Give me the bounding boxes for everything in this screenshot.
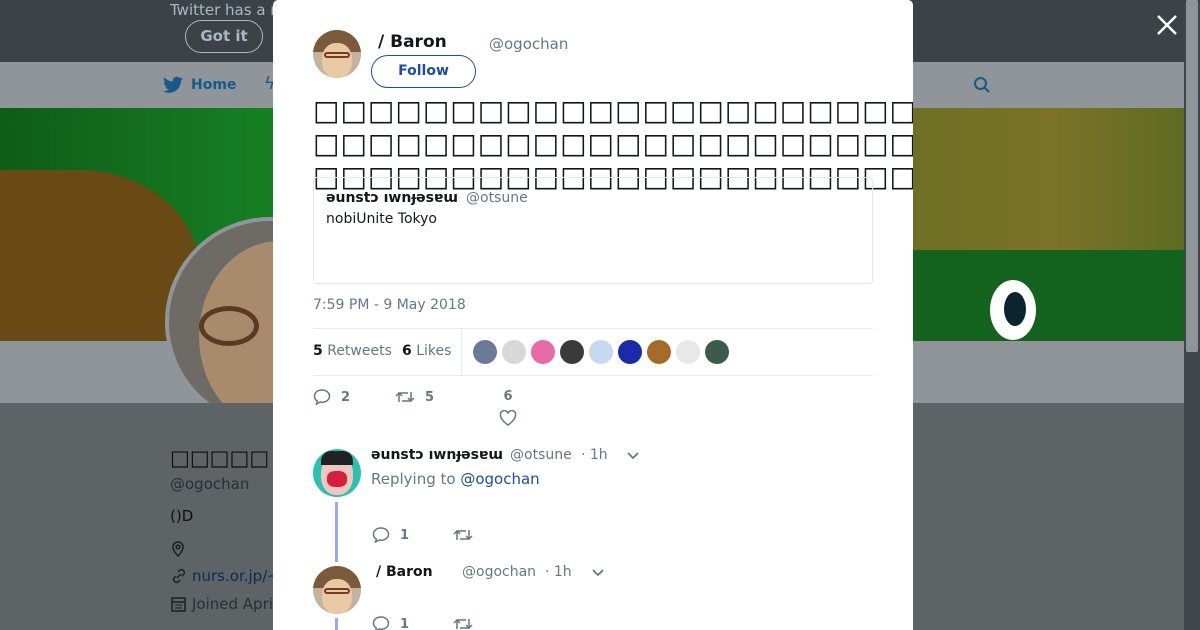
reply-icon <box>372 527 390 543</box>
reply-count: 1 <box>400 616 410 630</box>
got-it-button[interactable]: Got it <box>185 20 263 53</box>
stats-divider <box>461 329 462 375</box>
link-icon <box>171 568 187 588</box>
retweet-action[interactable] <box>453 527 473 543</box>
tweet-modal: / Baron @ogochan Follow □□□□□□□□□□□□□□□□… <box>273 0 913 630</box>
nav-home[interactable]: Home <box>163 76 236 94</box>
reply-icon <box>372 616 390 630</box>
quote-text: nobiUnite Tokyo <box>326 211 437 227</box>
calendar-icon <box>171 596 186 616</box>
close-icon[interactable] <box>1155 13 1179 37</box>
liker-avatar[interactable] <box>647 340 671 364</box>
liker-avatar[interactable] <box>676 340 700 364</box>
replying-to: Replying to @ogochan <box>371 470 540 488</box>
banner-shape <box>912 250 1200 341</box>
twitter-bird-icon <box>163 76 183 93</box>
profile-joined: Joined April <box>192 595 278 613</box>
retweet-icon <box>453 618 473 630</box>
profile-bio: ()D <box>170 507 194 525</box>
retweets-count: 5 <box>313 343 323 359</box>
scrollbar-thumb[interactable] <box>1186 0 1198 352</box>
replying-to-link[interactable]: @ogochan <box>460 470 539 488</box>
retweets-stat[interactable]: 5 Retweets <box>313 343 392 359</box>
heart-icon <box>499 410 517 426</box>
reply-action[interactable]: 2 <box>313 389 350 405</box>
liker-avatar[interactable] <box>531 340 555 364</box>
chevron-down-icon[interactable] <box>591 568 605 578</box>
author-name[interactable]: / Baron <box>378 32 447 52</box>
reply-author-name[interactable]: əunstɔ ıwnɟəsɐɯ <box>371 447 503 463</box>
reply-author-handle[interactable]: @otsune <box>510 447 572 463</box>
retweet-icon <box>395 391 415 403</box>
retweet-count: 5 <box>425 389 435 405</box>
reply-count: 2 <box>341 389 351 405</box>
follow-button[interactable]: Follow <box>371 55 476 88</box>
liker-avatar[interactable] <box>589 340 613 364</box>
reply-action[interactable]: 1 <box>372 616 409 630</box>
quote-author-handle: @otsune <box>466 190 528 206</box>
like-count: 6 <box>503 389 513 404</box>
retweet-action[interactable]: 5 <box>395 389 434 405</box>
banner-eye <box>990 280 1036 340</box>
location-icon <box>171 541 185 561</box>
replying-prefix: Replying to <box>371 470 456 488</box>
liker-avatar[interactable] <box>502 340 526 364</box>
quoted-tweet[interactable]: əunstɔ ıwnɟəsɐɯ @otsune nobiUnite Tokyo <box>313 177 873 284</box>
reply-count: 1 <box>400 527 410 543</box>
tweet-stats: 5 Retweets 6 Likes <box>313 328 873 376</box>
retweet-icon <box>453 529 473 541</box>
liker-avatar[interactable] <box>618 340 642 364</box>
reply-time[interactable]: · 1h <box>545 564 572 580</box>
thread-line <box>335 502 338 562</box>
liker-avatar[interactable] <box>473 340 497 364</box>
profile-website-link[interactable]: nurs.or.jp/~ <box>192 567 280 585</box>
reply-time[interactable]: · 1h <box>581 447 608 463</box>
reply-author-handle[interactable]: @ogochan <box>462 564 536 580</box>
reply-author-name[interactable]: / Baron <box>376 564 433 580</box>
reply-avatar[interactable] <box>313 566 361 614</box>
like-action[interactable]: 6 <box>499 389 517 426</box>
reply-action[interactable]: 1 <box>372 527 409 543</box>
chevron-down-icon[interactable] <box>626 451 640 461</box>
retweet-action[interactable] <box>453 616 473 630</box>
search-icon[interactable] <box>973 76 991 98</box>
likes-count: 6 <box>402 343 412 359</box>
author-avatar[interactable] <box>313 30 361 78</box>
notice-text: Twitter has a n <box>170 1 280 19</box>
likes-label: Likes <box>416 343 452 359</box>
reply-icon <box>313 389 331 405</box>
author-handle[interactable]: @ogochan <box>489 35 568 53</box>
profile-handle: @ogochan <box>170 475 250 493</box>
tweet-timestamp[interactable]: 7:59 PM - 9 May 2018 <box>313 297 466 313</box>
thread-line <box>335 618 338 630</box>
likes-stat[interactable]: 6 Likes <box>402 343 451 359</box>
reply-avatar[interactable] <box>313 449 361 497</box>
retweets-label: Retweets <box>327 343 392 359</box>
liker-avatar[interactable] <box>705 340 729 364</box>
liker-avatars <box>473 340 729 364</box>
liker-avatar[interactable] <box>560 340 584 364</box>
quote-author-name: əunstɔ ıwnɟəsɐɯ <box>326 190 458 206</box>
nav-home-label: Home <box>191 77 237 93</box>
